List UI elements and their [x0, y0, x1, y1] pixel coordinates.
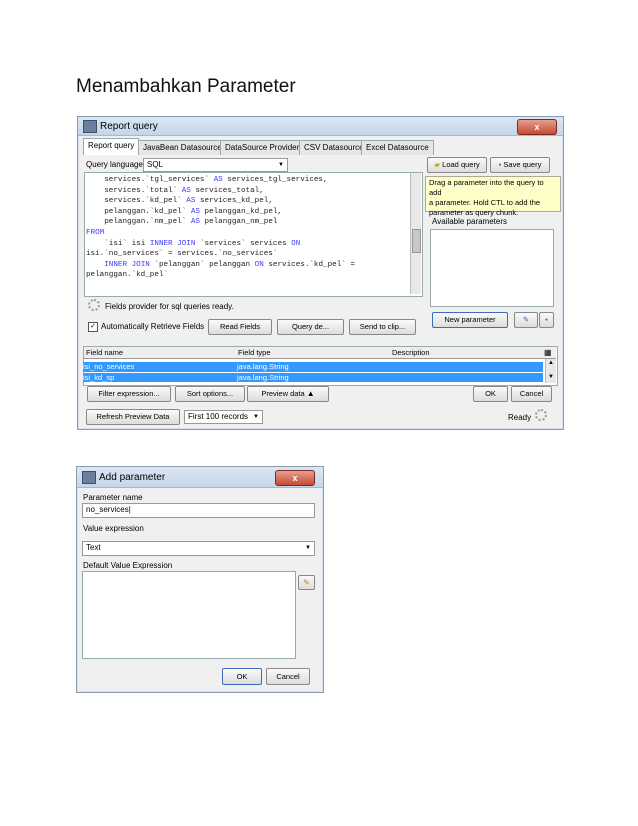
close-button[interactable]: x: [517, 119, 557, 135]
save-icon: ▪: [498, 160, 502, 169]
parameter-name-input[interactable]: no_services|: [82, 503, 315, 518]
refresh-preview-button[interactable]: Refresh Preview Data: [86, 409, 180, 425]
tab-javabean-datasource[interactable]: JavaBean Datasource: [138, 140, 227, 155]
report-query-titlebar: Report query x: [78, 117, 563, 136]
query-language-label: Query language: [86, 160, 143, 169]
column-description[interactable]: Description: [392, 347, 430, 358]
tab-excel-datasource[interactable]: Excel Datasource: [361, 140, 434, 155]
default-value-input[interactable]: [82, 571, 296, 659]
save-query-label: Save query: [503, 160, 542, 169]
ok-button[interactable]: OK: [473, 386, 508, 402]
page-heading: Menambahkan Parameter: [76, 76, 296, 97]
edit-expression-icon: ✎: [303, 578, 310, 587]
chevron-down-icon: ▼: [253, 414, 259, 420]
table-row[interactable]: isi_no_services java.lang.String: [83, 362, 543, 372]
delete-icon: ▪: [545, 315, 548, 324]
edit-icon: ✎: [522, 315, 530, 324]
loading-spinner-icon: [88, 299, 100, 311]
sql-line: INNER JOIN `pelanggan` pelanggan ON serv…: [104, 260, 355, 269]
sql-line: FROM: [86, 228, 105, 237]
fields-status-text: Fields provider for sql queries ready.: [105, 302, 234, 311]
sql-line: services.`tgl_services` AS services_tgl_…: [104, 176, 328, 184]
auto-retrieve-label: Automatically Retrieve Fields: [101, 322, 205, 332]
parameter-delete-button[interactable]: ▪: [539, 312, 554, 328]
column-chooser-icon[interactable]: ▦: [544, 347, 552, 358]
row-field-type: java.lang.String: [237, 362, 289, 371]
load-query-button[interactable]: ▰ Load query: [427, 157, 487, 173]
row-field-name: isi_no_services: [83, 362, 135, 371]
tab-datasource-provider[interactable]: DataSource Provider: [220, 140, 305, 155]
sql-code: services.`tgl_services` AS services_tgl_…: [86, 175, 406, 295]
close-button[interactable]: x: [275, 470, 315, 486]
query-designer-button[interactable]: Query de...: [277, 319, 344, 335]
chevron-up-icon: ▲: [306, 389, 315, 398]
parameter-edit-button[interactable]: ✎: [514, 312, 538, 328]
sql-line: pelanggan.`nm_pel` AS pelanggan_nm_pel: [104, 218, 278, 227]
chevron-down-icon: ▼: [305, 545, 311, 551]
app-icon: [82, 471, 96, 484]
tab-report-query[interactable]: Report query: [83, 138, 140, 155]
scrollbar-thumb[interactable]: [412, 229, 421, 253]
drag-parameter-hint: Drag a parameter into the query to add a…: [425, 176, 561, 217]
loading-spinner-icon: [535, 409, 547, 421]
window-title: Add parameter: [99, 472, 166, 483]
send-to-clipboard-button[interactable]: Send to clip...: [349, 319, 416, 335]
read-fields-button[interactable]: Read Fields: [208, 319, 272, 335]
expression-editor-button[interactable]: ✎: [298, 575, 315, 590]
sql-line: isi.`no_services` = services.`no_service…: [86, 250, 278, 259]
preview-data-label: Preview data: [261, 389, 305, 398]
table-row[interactable]: isi_kd_sp java.lang.String: [83, 373, 543, 382]
text-cursor: |: [128, 505, 131, 514]
sort-options-button[interactable]: Sort options...: [175, 386, 245, 402]
fields-table-scrollbar[interactable]: ▲ ▼: [545, 359, 556, 383]
add-parameter-cancel-button[interactable]: Cancel: [266, 668, 310, 685]
sql-editor-scrollbar[interactable]: [410, 173, 421, 294]
hint-line: a parameter. Hold CTL to add the: [429, 198, 541, 207]
value-expression-value: Text: [86, 543, 101, 552]
new-parameter-button[interactable]: New parameter: [432, 312, 508, 328]
preview-data-button[interactable]: Preview data ▲: [247, 386, 329, 402]
sql-line: pelanggan.`kd_pel`: [86, 271, 169, 280]
records-limit-select[interactable]: First 100 records ▼: [184, 410, 263, 424]
add-parameter-ok-button[interactable]: OK: [222, 668, 262, 685]
query-language-value: SQL: [147, 160, 164, 169]
query-language-select[interactable]: SQL ▼: [143, 158, 288, 172]
sql-line: pelanggan.`kd_pel` AS pelanggan_kd_pel,: [104, 207, 282, 216]
auto-retrieve-checkbox[interactable]: ✓ Automatically Retrieve Fields: [88, 322, 204, 332]
cancel-button[interactable]: Cancel: [511, 386, 552, 402]
hint-line: Drag a parameter into the query to add: [429, 178, 544, 197]
app-icon: [83, 120, 97, 133]
filter-expression-button[interactable]: Filter expression...: [87, 386, 171, 402]
column-field-name[interactable]: Field name: [86, 347, 123, 358]
fields-table-header: Field name Field type Description ▦: [84, 347, 556, 359]
default-value-label: Default Value Expression: [83, 561, 173, 570]
checkbox-checked-icon[interactable]: ✓: [88, 322, 98, 332]
load-query-label: Load query: [442, 160, 480, 169]
sql-line: services.`total` AS services_total,: [104, 186, 264, 195]
tab-csv-datasource[interactable]: CSV Datasource: [299, 140, 369, 155]
column-field-type[interactable]: Field type: [238, 347, 271, 358]
row-field-type: java.lang.String: [237, 373, 289, 382]
sql-line: services.`kd_pel` AS services_kd_pel,: [104, 197, 273, 206]
scroll-down-icon[interactable]: ▼: [546, 373, 556, 381]
parameter-name-value: no_services: [86, 505, 129, 514]
status-text: Ready: [508, 413, 532, 422]
parameter-name-label: Parameter name: [83, 493, 143, 502]
folder-icon: ▰: [434, 160, 441, 169]
window-title: Report query: [100, 121, 158, 132]
add-parameter-titlebar: Add parameter x: [77, 467, 323, 488]
value-expression-select[interactable]: Text ▼: [82, 541, 315, 556]
chevron-down-icon: ▼: [278, 162, 284, 168]
save-query-button[interactable]: ▪ Save query: [490, 157, 550, 173]
value-expression-label: Value expression: [83, 524, 144, 533]
available-parameters-list[interactable]: [430, 229, 554, 307]
scroll-up-icon[interactable]: ▲: [546, 359, 556, 367]
available-parameters-label: Available parameters: [432, 217, 508, 226]
records-limit-value: First 100 records: [188, 412, 249, 421]
row-field-name: isi_kd_sp: [83, 373, 115, 382]
sql-line: `isi` isi INNER JOIN `services` services…: [104, 239, 301, 248]
